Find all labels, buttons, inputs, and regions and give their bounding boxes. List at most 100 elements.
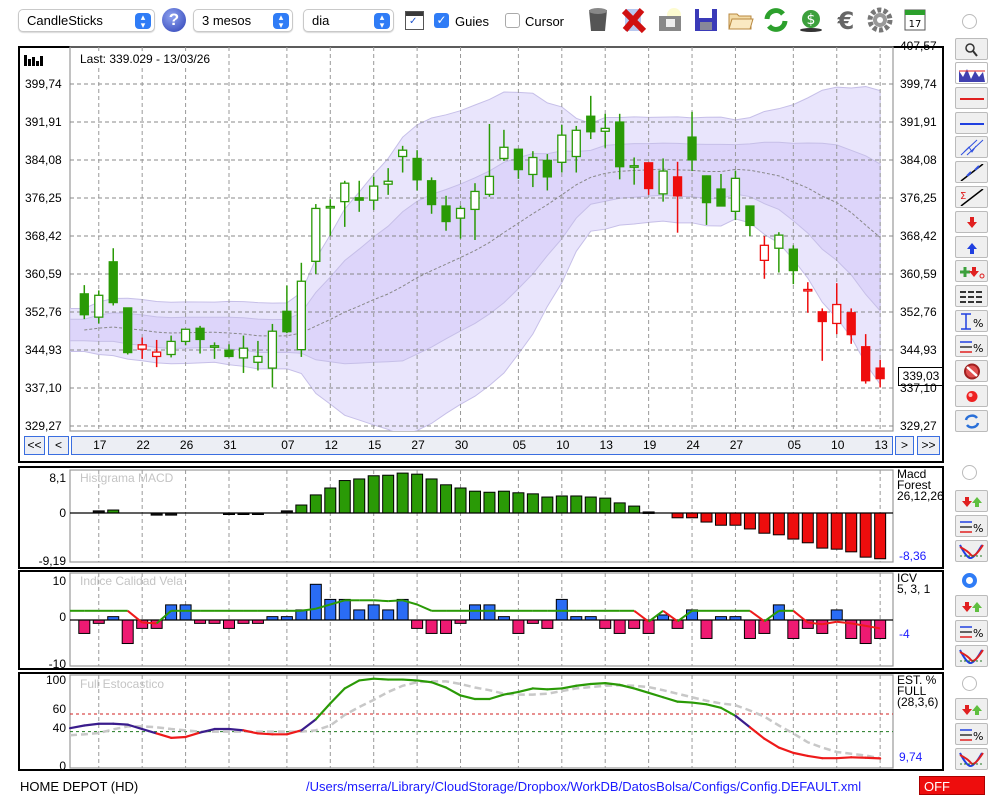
lines-percent-button[interactable]: % (955, 620, 988, 642)
off-status-toggle[interactable]: OFF (919, 776, 985, 795)
signals-button[interactable] (955, 595, 988, 617)
stoch-k-segment (705, 703, 723, 709)
nav-last-button[interactable]: >> (917, 436, 940, 455)
icv-panel-radio[interactable] (962, 573, 977, 588)
macd-bar (411, 473, 424, 514)
symbol-label: HOME DEPOT (HD) (20, 779, 139, 794)
lines-percent-icon: % (960, 729, 983, 743)
record-button[interactable] (955, 385, 988, 407)
price-tick-left: 344,93 (25, 343, 62, 357)
icv-title: Indice Calidad Vela (80, 574, 183, 588)
nav-next-button[interactable]: > (895, 436, 914, 455)
candle (817, 308, 827, 361)
blue-up-arrow-icon (967, 243, 977, 254)
trendline-button[interactable] (955, 161, 988, 183)
sell-signal-button[interactable] (955, 211, 988, 233)
candle-body (586, 115, 596, 133)
dashed-lines-icon (960, 291, 984, 303)
stoch-panel-radio[interactable] (962, 676, 977, 691)
icv-bar (468, 604, 481, 621)
config-path-link[interactable]: /Users/mserra/Library/CloudStorage/Dropb… (306, 779, 861, 794)
stoch-k-segment (502, 690, 520, 696)
oscillator-button[interactable] (955, 748, 988, 770)
zoom-button[interactable] (955, 38, 988, 60)
plot-area-border (69, 674, 894, 769)
channel-button[interactable] (955, 136, 988, 158)
icv-bar (555, 598, 568, 621)
icv-line-segment (388, 599, 403, 603)
svg-text:Σ: Σ (960, 191, 966, 202)
svg-text:%: % (973, 317, 983, 330)
price-tick-right: 329,27 (900, 419, 937, 433)
signals-button[interactable] (955, 490, 988, 512)
grid-lines-button[interactable] (955, 285, 988, 307)
stoch-k-segment (763, 737, 780, 749)
date-label: 05 (512, 438, 527, 452)
macd-bar (295, 504, 308, 514)
candle-body (629, 165, 639, 168)
date-label: 27 (729, 438, 744, 452)
stoch-k-segment (719, 706, 737, 717)
icv-bar (121, 619, 134, 645)
blue-line-button[interactable] (955, 112, 988, 134)
stoch-k-segment (488, 693, 506, 701)
price-tick-right: 391,91 (900, 115, 937, 129)
trendline-icon (960, 164, 984, 181)
candle-body (557, 134, 567, 163)
down-up-arrows-icon (962, 497, 982, 507)
icv-bar (541, 619, 554, 629)
nav-first-button[interactable]: << (24, 436, 45, 455)
candle-body (643, 162, 654, 190)
charts-canvas[interactable]: 407,57 399,74 399,74 391,91 391,91 384,08 384,… (0, 0, 1000, 800)
candle (745, 205, 755, 237)
date-label: 05 (787, 438, 801, 452)
lines-percent-button[interactable]: % (955, 335, 988, 357)
candle-body (861, 346, 871, 382)
date-label: 15 (368, 438, 382, 452)
icv-bar (78, 619, 91, 634)
macd-bar (801, 512, 814, 544)
icv-bar (874, 619, 887, 639)
sum-trendline-button[interactable]: Σ (955, 186, 988, 208)
date-label: 27 (411, 438, 425, 452)
candle (79, 285, 89, 320)
macd-bar (714, 512, 727, 526)
date-label: 22 (136, 438, 150, 452)
lines-percent-button[interactable]: % (955, 515, 988, 537)
macd-panel-radio[interactable] (962, 465, 977, 480)
swap-button[interactable] (955, 410, 988, 432)
swap-arrows-icon (964, 414, 980, 429)
icv-bar (830, 609, 843, 621)
oscillator-button[interactable] (955, 645, 988, 667)
percent-range-button[interactable]: % (955, 310, 988, 332)
macd-bar (497, 490, 510, 514)
date-label: 10 (556, 438, 570, 452)
macd-value: -8,36 (899, 549, 927, 563)
red-line-button[interactable] (955, 87, 988, 109)
macd-bar (772, 512, 785, 536)
nav-prev-button[interactable]: < (48, 436, 69, 455)
date-label: 24 (686, 438, 700, 452)
candle-body (615, 121, 625, 168)
stoch-k-segment (256, 732, 274, 736)
lines-percent-button[interactable]: % (955, 723, 988, 745)
add-signal-button[interactable] (955, 260, 988, 282)
candle-body (397, 149, 408, 158)
oscillator-button[interactable] (955, 540, 988, 562)
price-tick-right: 344,93 (900, 343, 937, 357)
date-label: 13 (599, 438, 613, 452)
macd-bar (845, 512, 858, 553)
icv-bar (353, 609, 366, 621)
signals-button[interactable] (955, 698, 988, 720)
bar-chart-icon[interactable] (24, 52, 46, 66)
last-price-badge: 339,03 (898, 367, 944, 386)
icv-bar (787, 619, 800, 639)
stoch-k-segment (531, 687, 549, 691)
buy-signal-button[interactable] (955, 236, 988, 258)
stoch-k-segment (242, 729, 260, 735)
date-axis-scrollbar[interactable]: 17 22 26 31 07 12 15 27 30 05 10 13 19 24 27 05 10 13 (71, 436, 893, 455)
overview-button[interactable] (955, 62, 988, 84)
macd-bar (874, 512, 887, 560)
clear-button[interactable] (955, 360, 988, 382)
macd-bar (671, 512, 684, 519)
